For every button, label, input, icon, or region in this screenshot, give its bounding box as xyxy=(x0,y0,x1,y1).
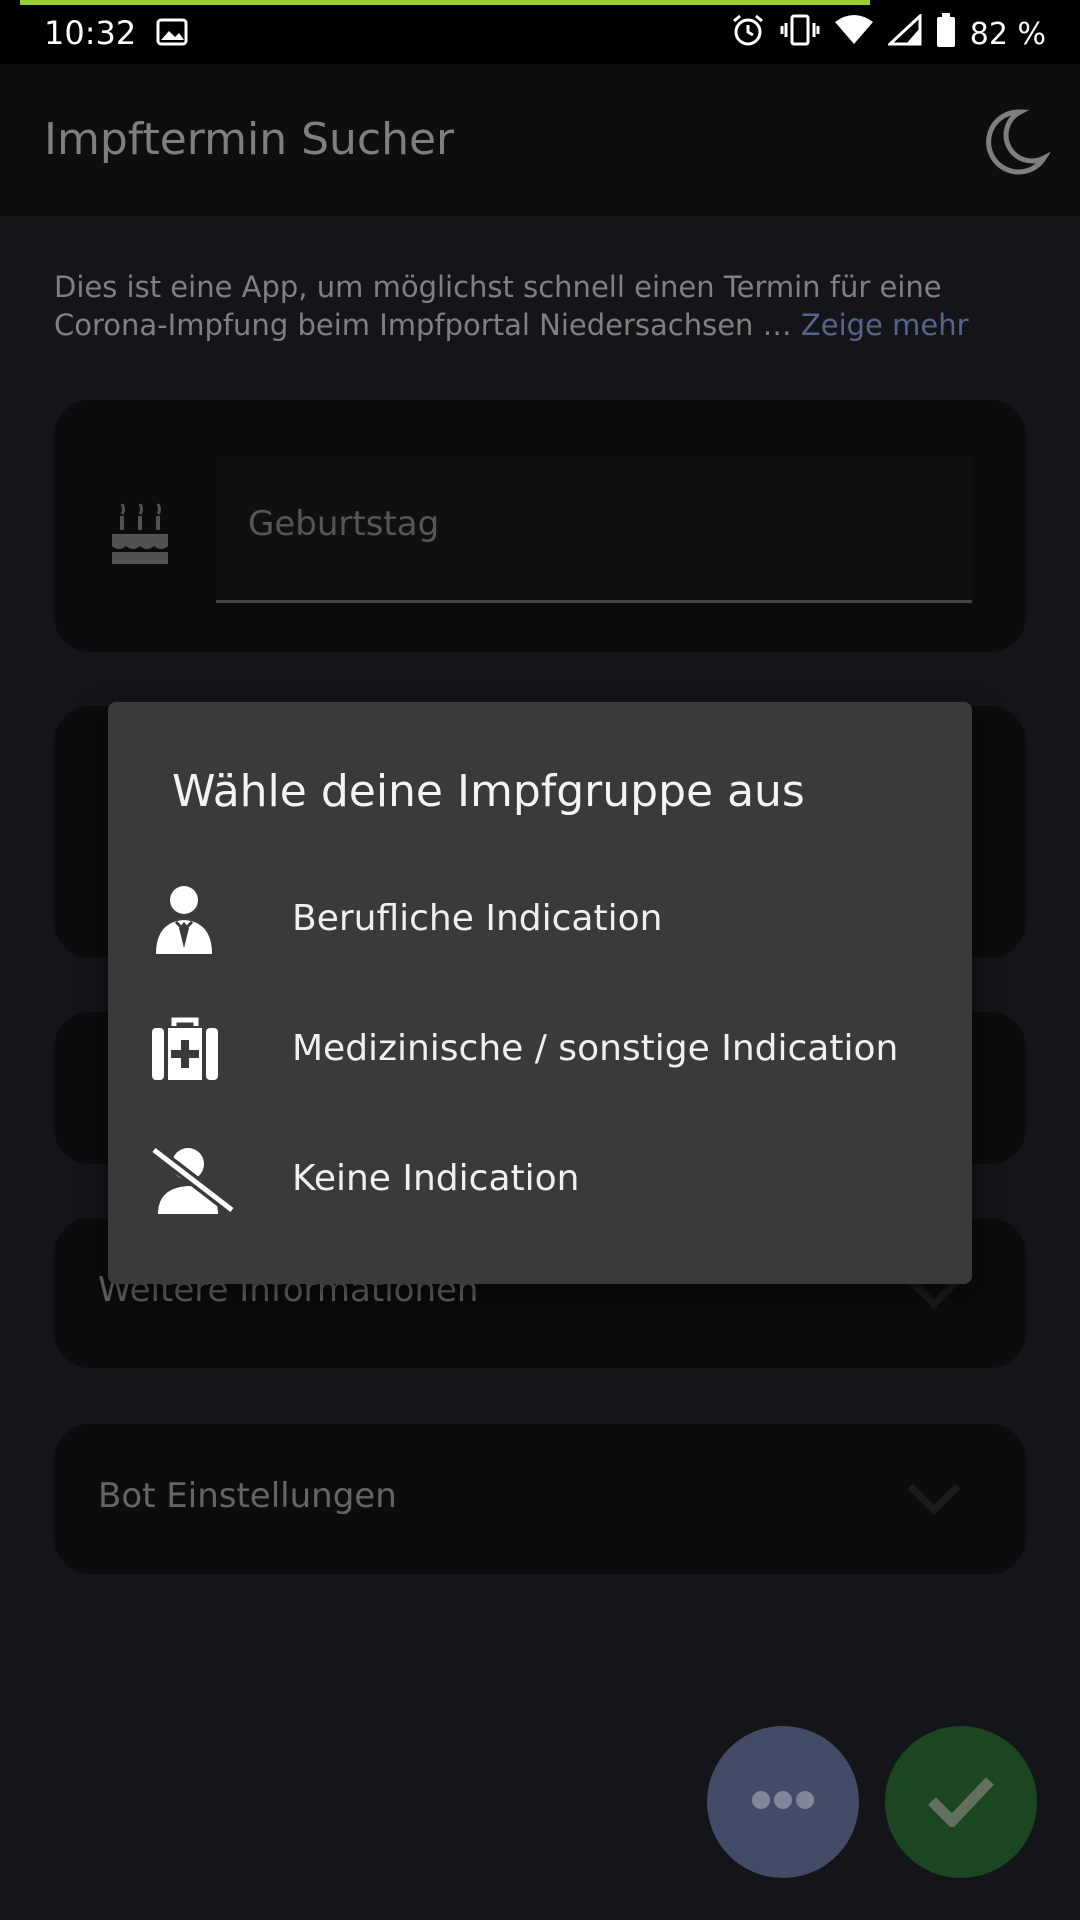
option-occupational[interactable]: Berufliche Indication xyxy=(108,858,972,978)
option-none[interactable]: Keine Indication xyxy=(108,1118,972,1238)
vaccine-group-dialog: Wähle deine Impfgruppe aus Berufliche In… xyxy=(108,702,972,1284)
option-label: Berufliche Indication xyxy=(292,898,663,939)
vibrate-icon xyxy=(780,13,820,55)
option-label: Medizinische / sonstige Indication xyxy=(292,1028,899,1069)
alarm-icon xyxy=(730,12,766,56)
person-tie-icon xyxy=(150,884,222,956)
page-load-progress xyxy=(20,0,870,5)
option-medical[interactable]: Medizinische / sonstige Indication xyxy=(108,988,972,1108)
signal-icon xyxy=(885,12,922,54)
status-time: 10:32 xyxy=(44,14,137,52)
image-icon xyxy=(156,18,188,50)
status-bar: 10:32 82 % xyxy=(0,0,1080,64)
option-label: Keine Indication xyxy=(292,1158,580,1199)
battery-icon xyxy=(936,13,956,55)
wifi-icon xyxy=(834,14,874,54)
medical-kit-icon xyxy=(150,1014,222,1086)
dialog-title: Wähle deine Impfgruppe aus xyxy=(172,766,805,817)
person-off-icon xyxy=(150,1144,236,1216)
battery-percent: 82 % xyxy=(969,16,1046,52)
